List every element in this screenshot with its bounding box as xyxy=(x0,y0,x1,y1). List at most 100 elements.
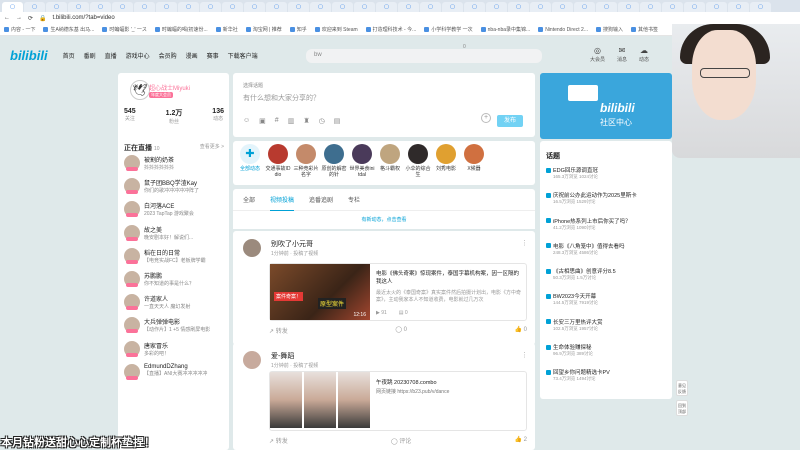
address-bar[interactable]: ← → ⟳ 🔒 t.bilibili.com/?tab=video xyxy=(0,12,800,24)
browser-tab[interactable]: ▢ xyxy=(24,2,45,12)
avatar[interactable] xyxy=(243,239,261,257)
up-item[interactable]: X候器 xyxy=(461,144,487,182)
nav-item[interactable]: 会员购 xyxy=(159,51,177,60)
avatar[interactable] xyxy=(124,155,140,171)
browser-tab[interactable]: ▢ xyxy=(134,2,155,12)
browser-tab[interactable]: ▢ xyxy=(112,2,133,12)
live-more-link[interactable]: 查看更多 > xyxy=(200,143,224,153)
nav-item[interactable]: 下载客户端 xyxy=(228,51,258,60)
stat-followers[interactable]: 1.2万 粉丝 xyxy=(166,108,183,125)
bag-icon[interactable]: ♜ xyxy=(303,117,309,125)
browser-tab[interactable]: ▢ xyxy=(464,2,485,12)
topic-item[interactable]: 《古相思曲》创意评分8.5 50.3万浏览 1.5万讨论 xyxy=(546,267,664,292)
browser-tab[interactable]: ▢ xyxy=(332,2,353,12)
bookmark-item[interactable]: 淘宝网 | 推荐 xyxy=(245,26,282,33)
topic-item[interactable]: BW2023今天开幕 144.5万浏览 7919讨论 xyxy=(546,292,664,317)
browser-tab[interactable]: ▢ xyxy=(310,2,331,12)
nav-item[interactable]: 首页 xyxy=(63,51,75,60)
browser-tab[interactable]: ▢ xyxy=(90,2,111,12)
avatar[interactable] xyxy=(124,317,140,334)
video-title[interactable]: 午夜跳 20230708.combo xyxy=(376,378,437,386)
up-item[interactable]: 交通事故ID dio xyxy=(265,144,291,182)
reload-icon[interactable]: ⟳ xyxy=(28,15,33,22)
publish-button[interactable]: 发布 xyxy=(497,115,523,127)
url-text[interactable]: t.bilibili.com/?tab=video xyxy=(53,15,796,21)
avatar[interactable] xyxy=(243,351,261,369)
browser-tab[interactable]: ▢ xyxy=(222,2,243,12)
browser-tab[interactable]: ▢ xyxy=(398,2,419,12)
bookmark-item[interactable]: Nintendo Direct 2... xyxy=(538,27,588,33)
browser-tab[interactable]: ▢ xyxy=(178,2,199,12)
comment-button[interactable]: ◯ 0 xyxy=(395,326,407,335)
browser-tab[interactable]: ▢ xyxy=(420,2,441,12)
bilibili-logo[interactable]: bilibili xyxy=(10,48,48,63)
avatar[interactable]: 🕊 xyxy=(130,80,150,100)
nav-item[interactable]: 直播 xyxy=(105,51,117,60)
bookmark-item[interactable]: 时蝙蝠的喝(初速份... xyxy=(154,26,208,33)
live-item[interactable]: 许道家人 一直天天人 魔幻发射 xyxy=(124,294,224,317)
search-input[interactable]: bw xyxy=(306,49,542,63)
bookmark-item[interactable]: 小学科学教学 一次 xyxy=(424,26,473,33)
browser-tab[interactable]: ▢ xyxy=(68,2,89,12)
topic-item[interactable]: EDG回乐源调直冠 165.3万浏览 1024讨论 xyxy=(546,166,664,191)
bookmark-item[interactable]: 知乎 xyxy=(289,26,307,33)
topic-item[interactable]: iPhone热系列上市后你买了吗？ 41.2万浏览 1090讨论 xyxy=(546,217,664,242)
new-dynamic-notice[interactable]: 有新动态，点击查看 xyxy=(233,211,535,229)
like-button[interactable]: 👍 0 xyxy=(515,326,527,335)
tab-all[interactable]: 全部 xyxy=(243,195,255,204)
hashtag-icon[interactable]: # xyxy=(275,117,279,125)
browser-tab[interactable]: ▢ xyxy=(2,2,23,12)
avatar[interactable] xyxy=(124,201,140,218)
up-item[interactable]: 三种竞彩片 名字 xyxy=(293,144,319,182)
bookmark-item[interactable]: 欢迎来到 Steam xyxy=(314,26,358,33)
topic-item[interactable]: 长安三万里热评大赏 102.5万浏览 1957讨论 xyxy=(546,318,664,343)
up-item[interactable]: 小伞的综合 生 xyxy=(405,144,431,182)
live-item[interactable]: 鼠子团BBQ学渣Kay 你们的歌冲冲冲冲冲阵了 xyxy=(124,178,224,201)
live-item[interactable]: EdmundDZhang 【直播】ANI大赛冲冲冲冲冲 xyxy=(124,363,224,387)
topic-item[interactable]: 回望乡你问题精选卡PV 73.4万浏览 1494讨论 xyxy=(546,368,664,393)
video-card[interactable]: 午夜跳 20230708.combo 网页链接 https://b23.pub/… xyxy=(269,371,527,431)
browser-tab[interactable]: ▢ xyxy=(706,2,727,12)
bookmark-item[interactable]: nba-nba录中集锦... xyxy=(480,26,530,33)
browser-tab[interactable]: ▢ xyxy=(46,2,67,12)
video-link[interactable]: 网页链接 https://b23.pub/v/dance xyxy=(376,388,449,395)
nav-item[interactable]: 漫画 xyxy=(186,51,198,60)
up-item[interactable]: 原创的解密 的针 xyxy=(321,144,347,182)
browser-tab[interactable]: ▢ xyxy=(530,2,551,12)
bookmark-item[interactable]: 生A纳德东基 出马... xyxy=(43,26,94,33)
browser-tab[interactable]: ▢ xyxy=(552,2,573,12)
browser-tab[interactable]: ▢ xyxy=(486,2,507,12)
tab-article[interactable]: 专栏 xyxy=(348,195,360,204)
tab-bangumi[interactable]: 追番追剧 xyxy=(309,195,333,204)
browser-tab[interactable]: ▢ xyxy=(728,2,749,12)
emoji-icon[interactable]: ☺ xyxy=(243,117,250,125)
feedback-button[interactable]: 意见反馈 xyxy=(676,380,688,396)
live-item[interactable]: 白河落ACE 2023 TapTap 游戏聚会 xyxy=(124,201,224,224)
card-username[interactable]: 爱-舞蹈 xyxy=(271,351,294,361)
live-item[interactable]: 唐家冒乐 多彩的吧！ xyxy=(124,340,224,364)
up-item[interactable]: 格斗霸权 xyxy=(377,144,403,182)
bookmark-item[interactable]: 内容 - 一下 xyxy=(4,26,35,33)
stat-dynamics[interactable]: 136 动态 xyxy=(212,108,224,125)
vip-button[interactable]: ◎ 大会员 xyxy=(590,46,605,63)
forward-icon[interactable]: → xyxy=(16,15,22,21)
up-item[interactable]: ✚ 全部动态 xyxy=(237,144,263,182)
browser-tab[interactable]: ▢ xyxy=(200,2,221,12)
browser-tab[interactable]: ▢ xyxy=(442,2,463,12)
more-icon[interactable]: ⋮ xyxy=(521,239,528,247)
browser-tab[interactable]: ▢ xyxy=(266,2,287,12)
up-item[interactable]: 世界美食ini tdal xyxy=(349,144,375,182)
dynamics-button[interactable]: ☁ 动态 xyxy=(639,46,649,63)
avatar[interactable] xyxy=(124,178,140,195)
back-to-top-button[interactable]: 回到顶部 xyxy=(676,400,688,416)
comment-button[interactable]: ◯ 评论 xyxy=(391,436,411,445)
share-button[interactable]: ↗ 转发 xyxy=(269,436,288,445)
chart-icon[interactable]: ▥ xyxy=(288,117,295,125)
add-icon[interactable]: + xyxy=(481,113,491,123)
live-item[interactable]: 稻在日的日常 【电竞实战FC】老板牌学霸 xyxy=(124,247,224,271)
avatar[interactable] xyxy=(124,363,140,380)
video-title[interactable]: 电影《佛头奇案》惊现案件，泰国字幕机构案，因一区隔的我这人 xyxy=(376,270,522,286)
avatar[interactable] xyxy=(124,247,140,264)
nav-item[interactable]: 赛事 xyxy=(207,51,219,60)
video-thumbnail[interactable] xyxy=(270,372,370,428)
